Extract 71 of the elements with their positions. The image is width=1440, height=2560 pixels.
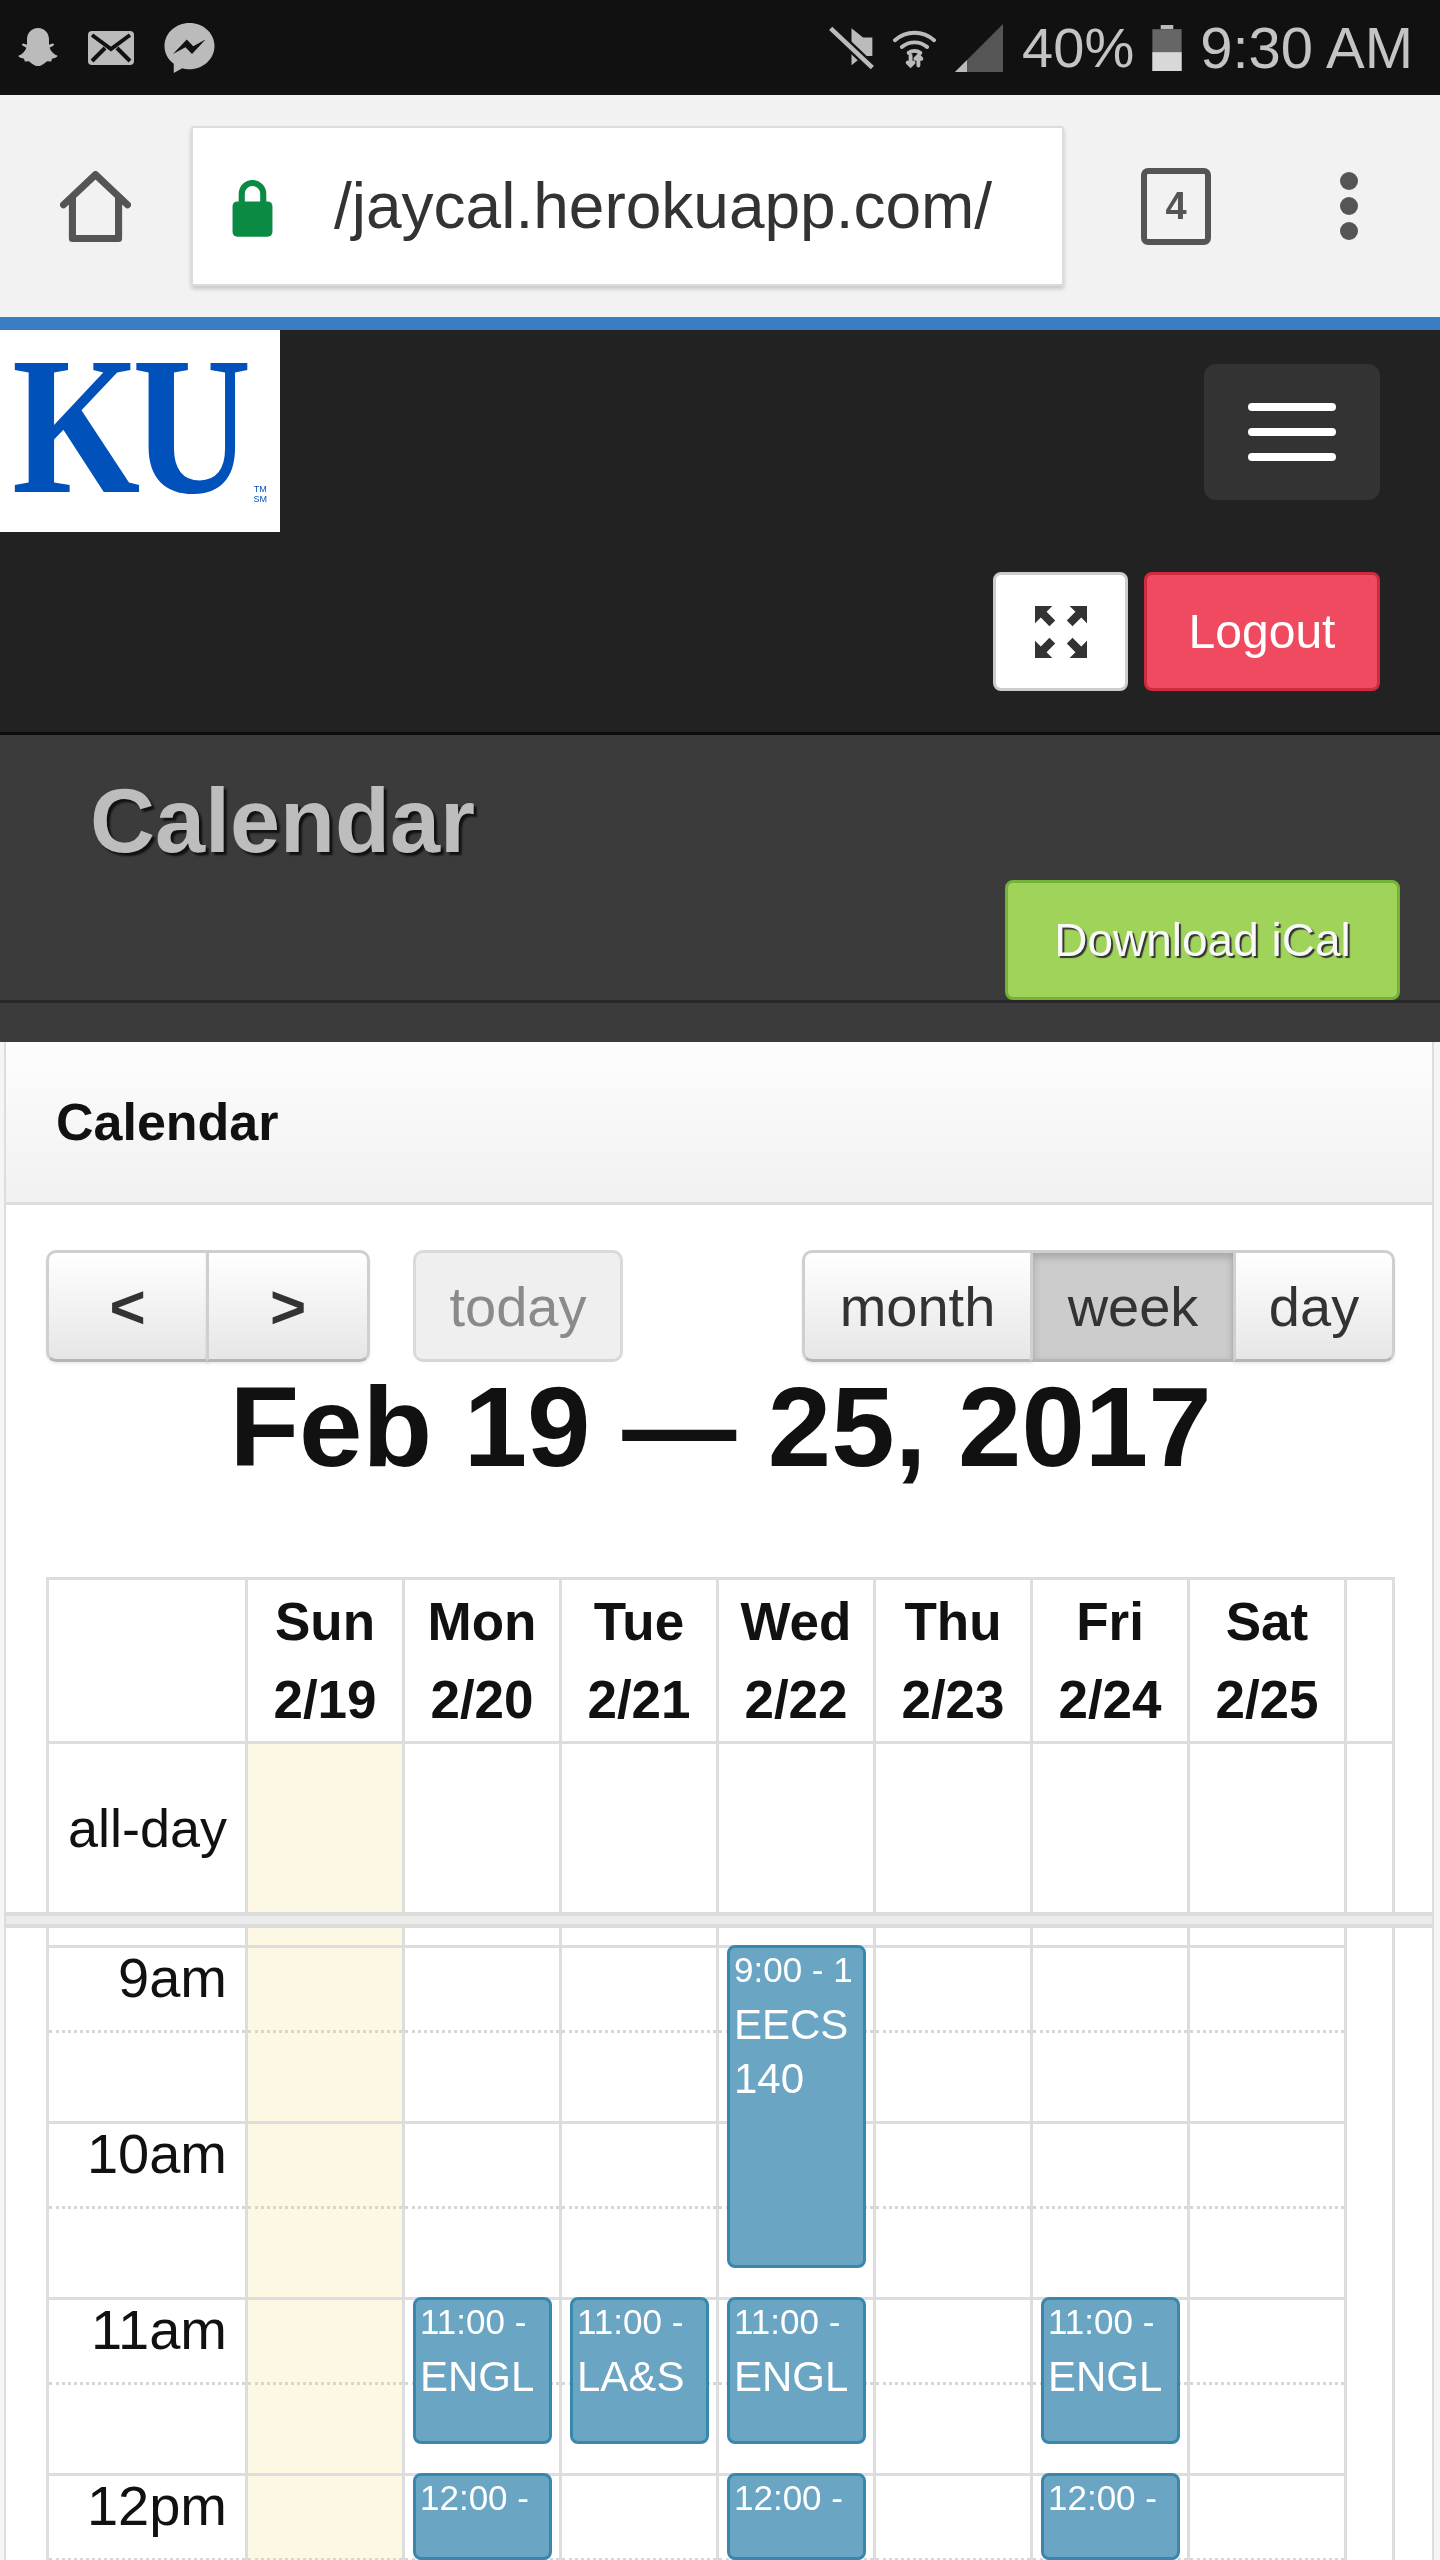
day-name: Wed xyxy=(740,1590,852,1653)
event-title: ENGL xyxy=(1048,2352,1163,2402)
chat-bubble-icon xyxy=(164,22,215,73)
event-time: 9:00 - 1 xyxy=(734,1949,853,1991)
logo-text: KU xyxy=(12,342,245,510)
logo[interactable]: KU TM SM xyxy=(0,330,280,532)
calendar-event[interactable]: 9:00 - 1 EECS 140 xyxy=(727,1945,866,2268)
calendar-event[interactable]: 11:00 - LA&S xyxy=(570,2297,709,2444)
view-tab[interactable]: day xyxy=(1233,1250,1395,1362)
event-title: LA&S xyxy=(577,2352,685,2402)
next-button[interactable]: > xyxy=(206,1250,370,1362)
day-date: 2/24 xyxy=(1058,1668,1162,1731)
battery-percentage: 40% xyxy=(1022,19,1135,76)
trademark-text: TM xyxy=(253,484,267,494)
day-name: Thu xyxy=(904,1590,1002,1653)
day-name: Sat xyxy=(1225,1590,1309,1653)
hour-label: 12pm xyxy=(86,2476,227,2536)
event-time: 11:00 - xyxy=(734,2301,841,2343)
menu-icon xyxy=(1248,403,1336,461)
event-time: 11:00 - xyxy=(1048,2301,1155,2343)
day-date: 2/22 xyxy=(744,1668,848,1731)
trademark-text: SM xyxy=(253,494,267,504)
day-date: 2/19 xyxy=(273,1668,377,1731)
page-title: Calendar xyxy=(90,770,476,873)
muted-speaker-icon xyxy=(828,25,876,70)
download-button[interactable]: Download iCal xyxy=(1005,880,1400,1000)
calendar-event[interactable]: 11:00 - ENGL xyxy=(727,2297,866,2444)
date-range-title: Feb 19 — 25, 2017 xyxy=(229,1362,1212,1492)
panel-title: Calendar xyxy=(56,1092,279,1152)
day-name: Tue xyxy=(593,1590,685,1653)
all-day-label: all-day xyxy=(67,1798,227,1858)
battery-icon xyxy=(1152,24,1183,71)
more-icon[interactable] xyxy=(1339,172,1359,240)
fullscreen-button[interactable] xyxy=(993,572,1128,691)
tabs-button[interactable]: 4 xyxy=(1141,167,1211,245)
previous-button[interactable]: < xyxy=(46,1250,209,1362)
logout-button[interactable]: Logout xyxy=(1144,572,1380,691)
calendar-event[interactable]: 12:00 - xyxy=(413,2473,552,2560)
day-name: Fri xyxy=(1076,1590,1144,1653)
event-time: 12:00 - xyxy=(420,2477,529,2519)
event-title: ENGL xyxy=(734,2352,849,2402)
calendar-event[interactable]: 11:00 - ENGL xyxy=(1041,2297,1180,2444)
all-day-slot[interactable] xyxy=(245,1744,402,1912)
day-date: 2/25 xyxy=(1215,1668,1319,1731)
hour-label: 11am xyxy=(91,2300,227,2360)
event-title: ENGL xyxy=(420,2352,535,2402)
clock-time: 9:30 AM xyxy=(1200,18,1413,77)
event-title: EECS 140 xyxy=(734,2000,850,2104)
event-time: 12:00 - xyxy=(1048,2477,1157,2519)
view-tab[interactable]: month xyxy=(802,1250,1033,1362)
calendar-event[interactable]: 12:00 - xyxy=(1041,2473,1180,2560)
view-tab[interactable]: week xyxy=(1030,1250,1236,1362)
mail-icon xyxy=(88,30,134,65)
calendar-event[interactable]: 12:00 - xyxy=(727,2473,866,2560)
day-date: 2/23 xyxy=(901,1668,1005,1731)
hour-label: 10am xyxy=(86,2124,227,2184)
signal-icon xyxy=(954,23,1005,72)
day-name: Sun xyxy=(274,1590,376,1653)
ghost-icon xyxy=(18,26,58,69)
hour-label: 9am xyxy=(118,1948,227,2008)
calendar-event[interactable]: 11:00 - ENGL xyxy=(413,2297,552,2444)
event-time: 11:00 - xyxy=(420,2301,527,2343)
event-time: 12:00 - xyxy=(734,2477,843,2519)
expand-icon xyxy=(1034,605,1087,658)
menu-button[interactable] xyxy=(1204,364,1380,500)
day-date: 2/21 xyxy=(587,1668,691,1731)
event-time: 11:00 - xyxy=(577,2301,684,2343)
day-date: 2/20 xyxy=(430,1668,534,1731)
home-icon[interactable] xyxy=(60,170,131,242)
day-name: Mon xyxy=(427,1590,537,1653)
address-bar[interactable]: /jaycal.herokuapp.com/ xyxy=(191,126,1064,286)
